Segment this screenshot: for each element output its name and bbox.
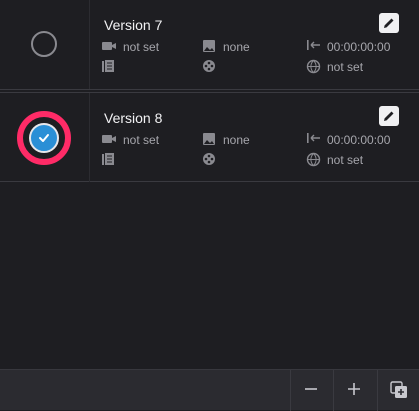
image-icon: [202, 39, 216, 58]
version-7-image: none: [223, 40, 250, 54]
library-icon: [101, 59, 115, 78]
version-selector-column: [0, 93, 90, 182]
version-7-video: not set: [123, 40, 160, 54]
timecode-in-icon: [306, 131, 322, 150]
version-row-7[interactable]: Version 7 not set none 00:00:00:00 not s…: [0, 0, 419, 90]
bottom-toolbar: [0, 369, 419, 411]
duplicate-plus-icon: [390, 381, 407, 398]
version-7-timecode: 00:00:00:00: [327, 40, 391, 54]
version-7-name: Version 7: [104, 17, 163, 33]
version-7-edit-button[interactable]: [379, 13, 399, 33]
version-8-video: not set: [123, 133, 160, 147]
timecode-in-icon: [306, 38, 322, 57]
duplicate-version-button[interactable]: [377, 370, 419, 411]
checkmark-icon: [39, 134, 49, 142]
version-8-edit-button[interactable]: [379, 106, 399, 126]
versions-panel: Version 7 not set none 00:00:00:00 not s…: [0, 0, 419, 369]
version-8-timecode: 00:00:00:00: [327, 133, 391, 147]
version-8-image: none: [223, 133, 250, 147]
remove-version-button[interactable]: [290, 370, 330, 411]
version-8-language: not set: [327, 153, 364, 167]
version-row-8[interactable]: Version 8 not set none 00:00:00:00 not s…: [0, 92, 419, 182]
image-icon: [202, 132, 216, 151]
version-7-language: not set: [327, 60, 364, 74]
version-8-name: Version 8: [104, 110, 163, 126]
library-icon: [101, 152, 115, 171]
pencil-icon: [384, 18, 394, 28]
film-reel-icon: [202, 152, 216, 171]
film-reel-icon: [202, 59, 216, 78]
minus-icon: [305, 388, 317, 390]
video-camera-icon: [101, 132, 117, 151]
version-selector-column: [0, 0, 90, 89]
version-7-radio[interactable]: [31, 31, 57, 57]
pencil-icon: [384, 111, 394, 121]
globe-icon: [306, 152, 321, 172]
version-8-radio[interactable]: [29, 123, 59, 153]
add-version-button[interactable]: [333, 370, 373, 411]
globe-icon: [306, 59, 321, 79]
plus-icon: [348, 383, 360, 395]
video-camera-icon: [101, 39, 117, 58]
